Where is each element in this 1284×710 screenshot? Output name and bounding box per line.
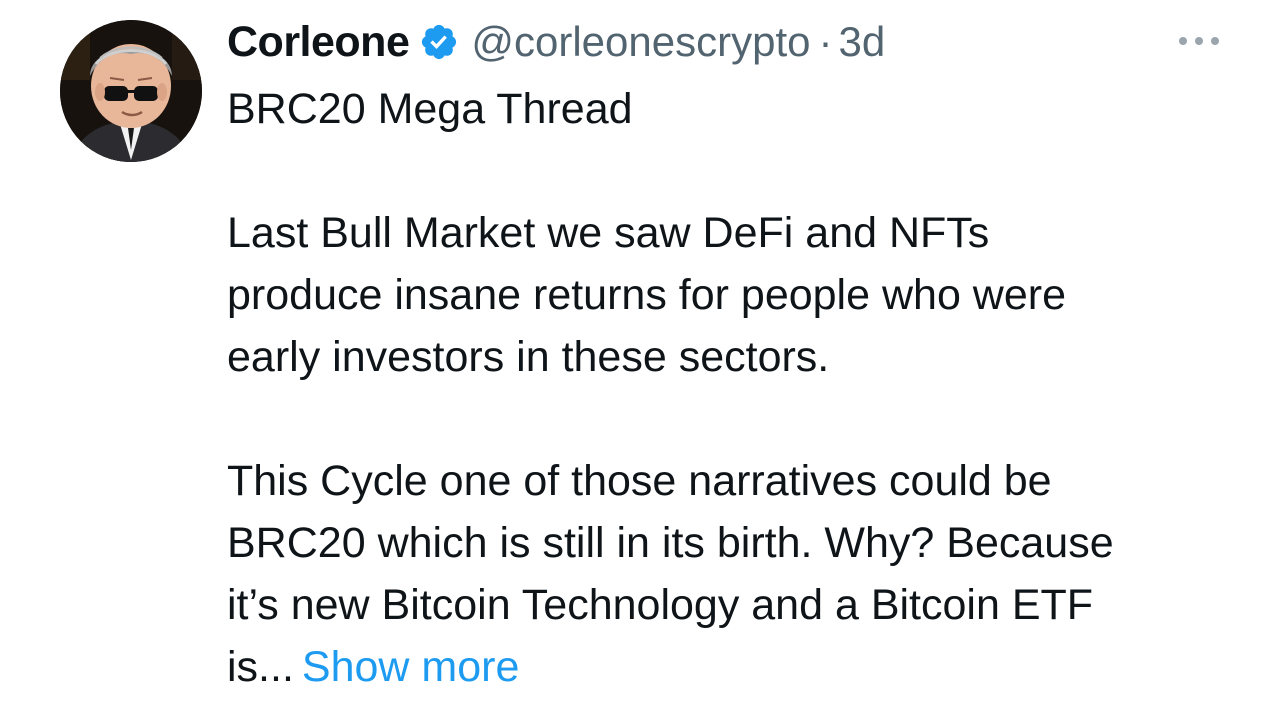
more-horizontal-icon[interactable]	[1176, 26, 1222, 56]
tweet-line: Last Bull Market we saw DeFi and NFTs	[227, 209, 990, 257]
separator-dot: ·	[818, 18, 833, 65]
author-handle[interactable]: @corleonescrypto	[471, 18, 810, 66]
tweet-header: Corleone @corleonescrypto · 3d	[227, 14, 885, 70]
avatar-image	[60, 20, 202, 162]
verified-badge-icon	[419, 22, 459, 62]
tweet-line: is...	[227, 643, 294, 691]
tweet-line: produce insane returns for people who we…	[227, 271, 1067, 319]
tweet-last-line: is... Show more	[227, 636, 1237, 698]
timestamp[interactable]: 3d	[839, 18, 886, 66]
tweet-text: BRC20 Mega Thread Last Bull Market we sa…	[227, 78, 1237, 698]
tweet-line: early investors in these sectors.	[227, 333, 830, 381]
tweet-title: BRC20 Mega Thread	[227, 85, 633, 133]
tweet-line: it’s new Bitcoin Technology and a Bitcoi…	[227, 581, 1094, 629]
tweet-line: BRC20 which is still in its birth. Why? …	[227, 519, 1114, 567]
tweet-line: This Cycle one of those narratives could…	[227, 457, 1052, 505]
show-more-link[interactable]: Show more	[302, 643, 519, 691]
avatar[interactable]	[60, 20, 202, 162]
author-name[interactable]: Corleone	[227, 18, 410, 67]
tweet: Corleone @corleonescrypto · 3d BRC20 Meg…	[0, 0, 1284, 710]
